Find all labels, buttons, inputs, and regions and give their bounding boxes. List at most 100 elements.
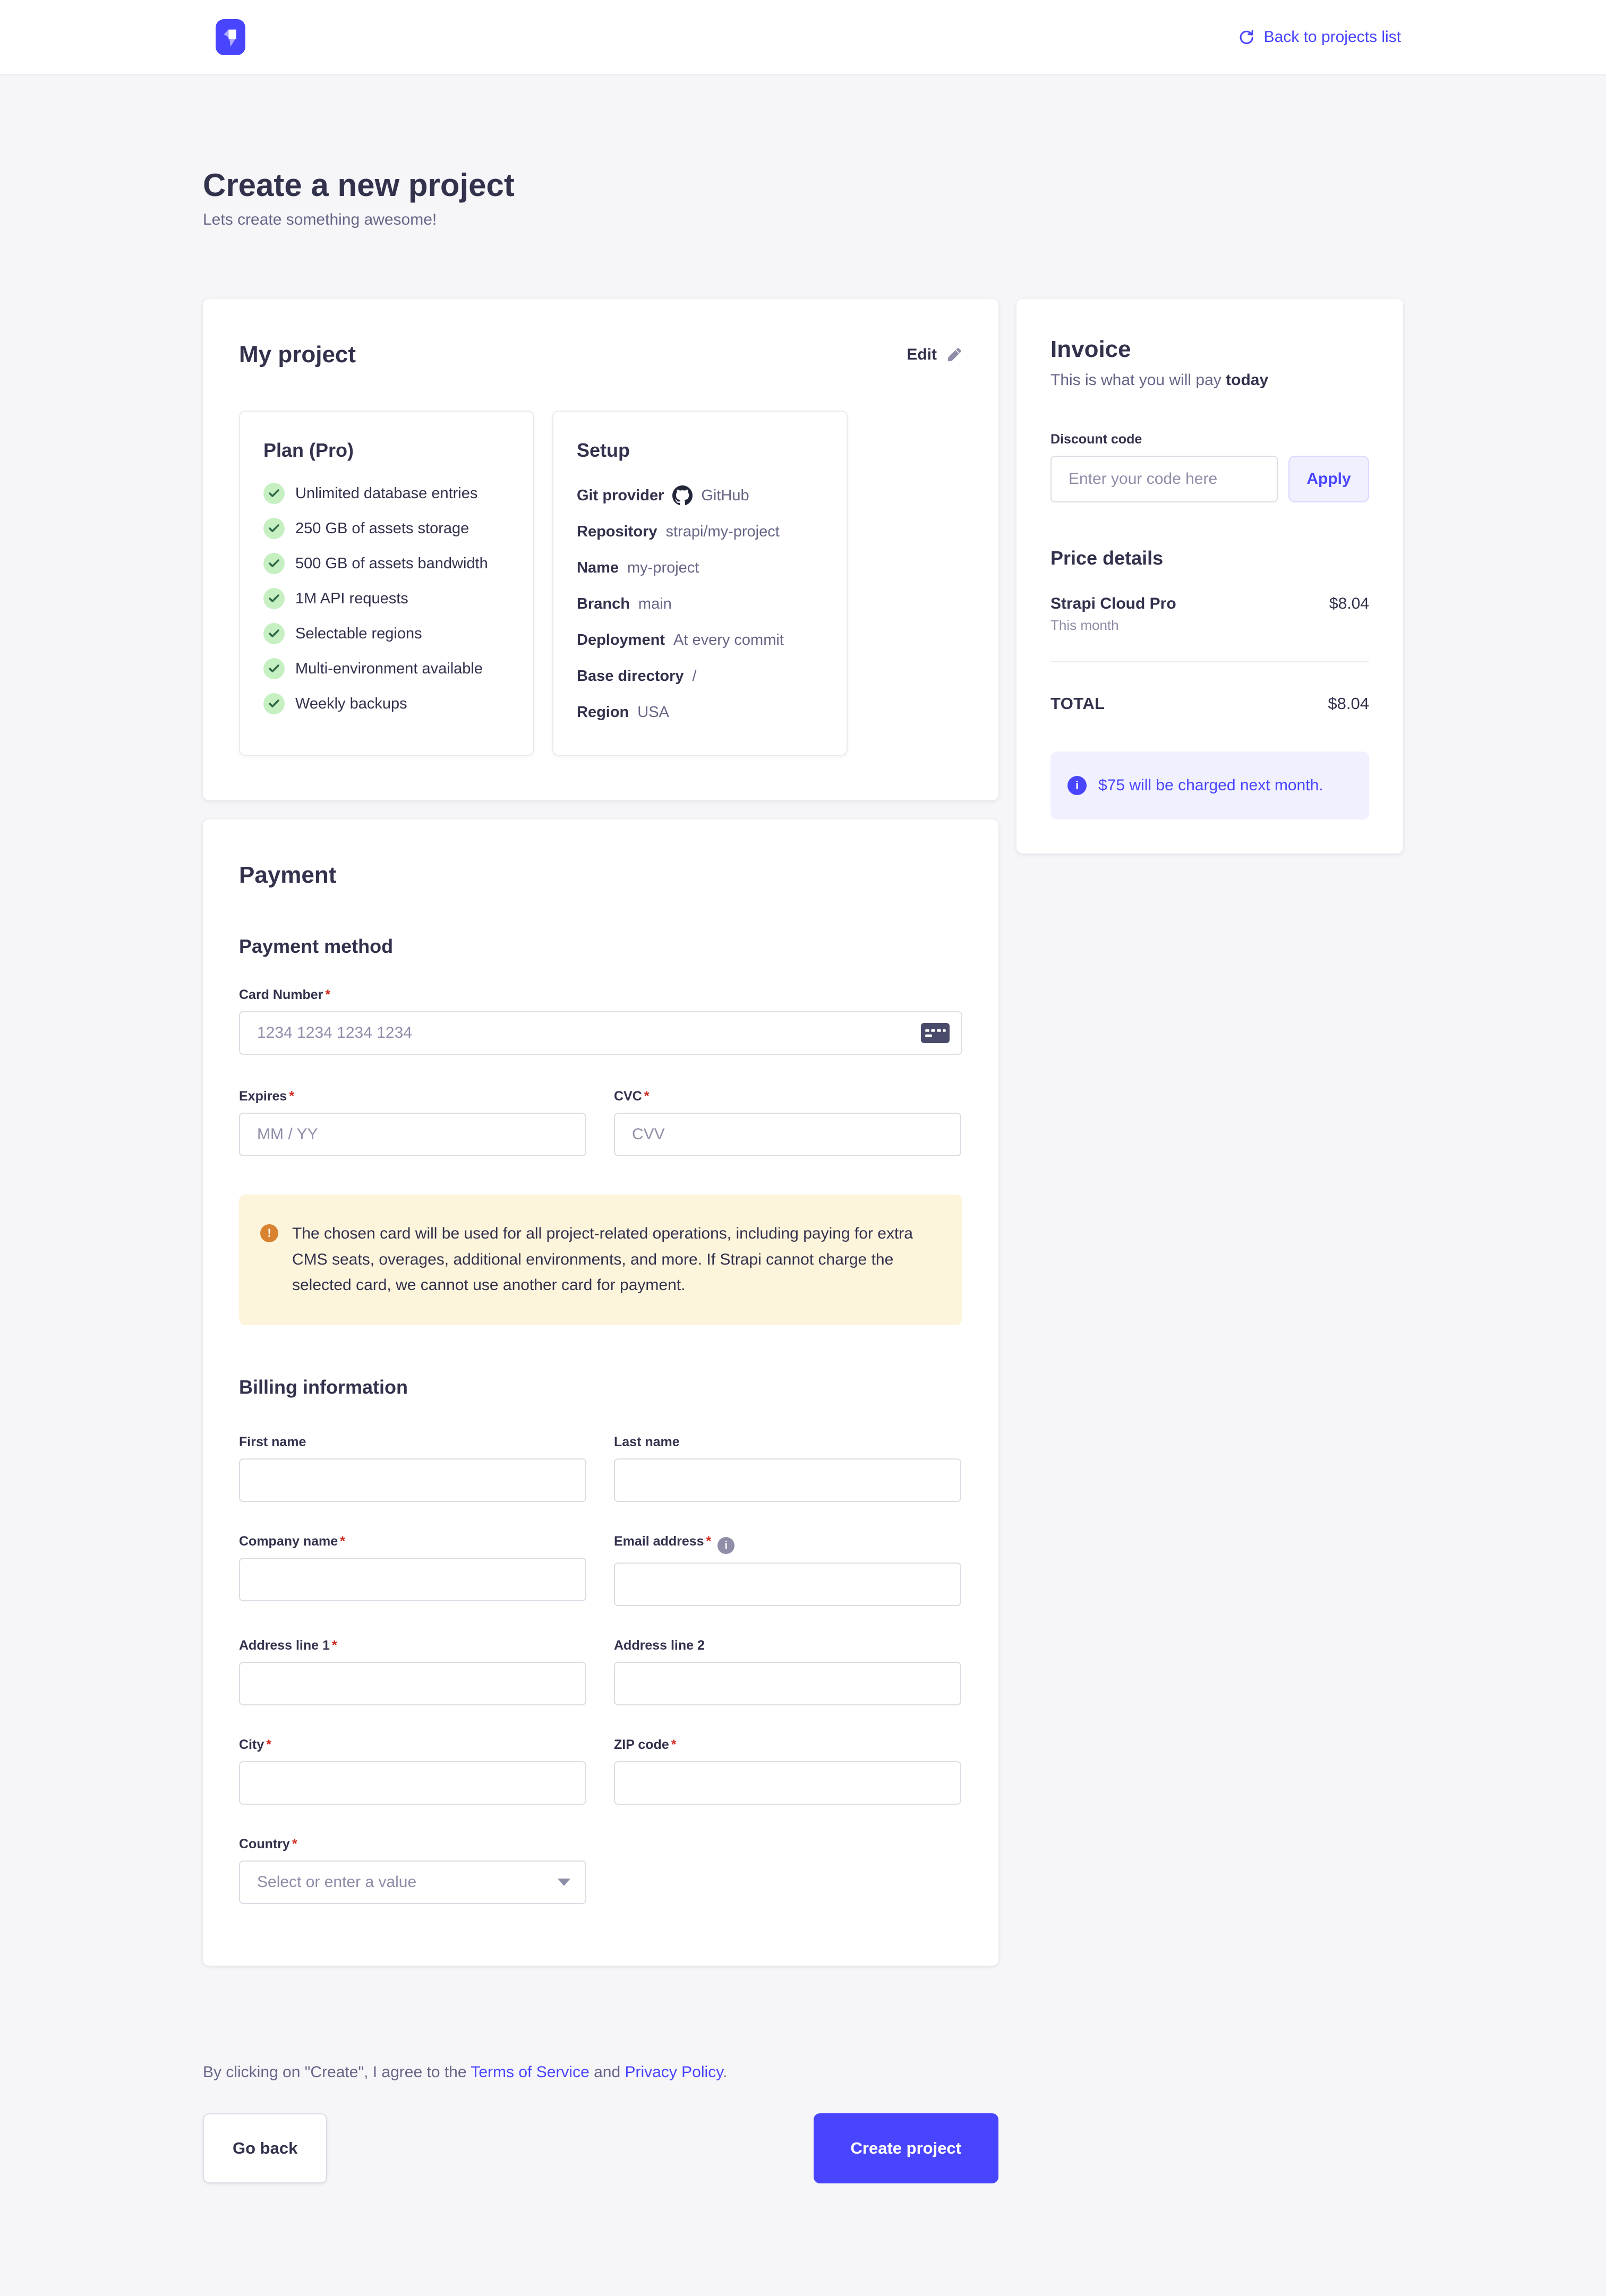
total-row: TOTAL $8.04 bbox=[1050, 694, 1369, 713]
page-subtitle: Lets create something awesome! bbox=[203, 211, 1403, 229]
invoice-divider bbox=[1050, 661, 1369, 662]
required-marker: * bbox=[706, 1534, 712, 1549]
plan-feature: Weekly backups bbox=[263, 693, 510, 714]
check-icon bbox=[263, 483, 285, 504]
address-line-1-input[interactable] bbox=[239, 1662, 586, 1705]
setup-row-branch: Branch main bbox=[577, 593, 823, 614]
page-title: Create a new project bbox=[203, 167, 1403, 203]
company-name-label: Company name* bbox=[239, 1534, 586, 1549]
total-amount: $8.04 bbox=[1328, 694, 1369, 713]
email-address-field: Email address* bbox=[614, 1534, 961, 1607]
check-icon bbox=[263, 693, 285, 714]
required-marker: * bbox=[644, 1089, 650, 1104]
next-month-notice: $75 will be charged next month. bbox=[1050, 752, 1369, 820]
invoice-subtitle: This is what you will pay today bbox=[1050, 371, 1369, 389]
chevron-down-icon bbox=[558, 1879, 570, 1886]
address-line-2-label: Address line 2 bbox=[614, 1638, 961, 1653]
address-line-2-field: Address line 2 bbox=[614, 1638, 961, 1705]
my-project-title: My project bbox=[239, 342, 356, 368]
required-marker: * bbox=[325, 987, 330, 1002]
go-back-button[interactable]: Go back bbox=[203, 2113, 327, 2183]
check-icon bbox=[263, 588, 285, 609]
required-marker: * bbox=[266, 1737, 271, 1752]
cvc-input[interactable] bbox=[614, 1113, 961, 1156]
address-line-1-label: Address line 1* bbox=[239, 1638, 586, 1653]
invoice-card: Invoice This is what you will pay today … bbox=[1016, 299, 1403, 853]
cvc-field: CVC* bbox=[614, 1089, 961, 1156]
terms-of-service-link[interactable]: Terms of Service bbox=[471, 2063, 589, 2081]
my-project-card: My project Edit Plan (Pro) Unlimited dat… bbox=[203, 299, 998, 800]
check-icon bbox=[263, 553, 285, 574]
expires-input[interactable] bbox=[239, 1113, 586, 1156]
check-icon bbox=[263, 623, 285, 644]
email-address-label: Email address* bbox=[614, 1534, 961, 1555]
invoice-title: Invoice bbox=[1050, 336, 1369, 363]
strapi-logo[interactable] bbox=[216, 19, 245, 55]
country-label: Country* bbox=[239, 1837, 586, 1852]
first-name-input[interactable] bbox=[239, 1458, 586, 1502]
check-icon bbox=[263, 658, 285, 679]
total-label: TOTAL bbox=[1050, 694, 1105, 713]
plan-feature: Unlimited database entries bbox=[263, 483, 510, 504]
plan-feature-list: Unlimited database entries 250 GB of ass… bbox=[263, 483, 510, 714]
edit-button[interactable]: Edit bbox=[907, 346, 962, 364]
setup-row-git-provider: Git provider GitHub bbox=[577, 485, 823, 506]
plan-feature: 250 GB of assets storage bbox=[263, 518, 510, 539]
last-name-input[interactable] bbox=[614, 1458, 961, 1502]
plan-card: Plan (Pro) Unlimited database entries 25… bbox=[239, 411, 534, 756]
card-number-label: Card Number* bbox=[239, 987, 962, 1003]
github-icon bbox=[672, 485, 693, 506]
company-name-input[interactable] bbox=[239, 1558, 586, 1601]
discount-section: Discount code Apply bbox=[1050, 432, 1369, 502]
zip-code-input[interactable] bbox=[614, 1761, 961, 1805]
cvc-label: CVC* bbox=[614, 1089, 961, 1104]
first-name-field: First name bbox=[239, 1435, 586, 1502]
discount-code-input[interactable] bbox=[1050, 456, 1278, 502]
last-name-label: Last name bbox=[614, 1435, 961, 1450]
info-icon bbox=[1067, 776, 1087, 795]
setup-row-name: Name my-project bbox=[577, 557, 823, 578]
zip-code-label: ZIP code* bbox=[614, 1737, 961, 1753]
address-line-2-input[interactable] bbox=[614, 1662, 961, 1705]
app-header: Back to projects list bbox=[0, 0, 1606, 75]
footer-actions: Go back Create project bbox=[203, 2113, 998, 2296]
payment-method-title: Payment method bbox=[239, 935, 962, 958]
price-line-item: Strapi Cloud Pro $8.04 bbox=[1050, 595, 1369, 613]
payment-title: Payment bbox=[239, 862, 962, 889]
edit-label: Edit bbox=[907, 346, 937, 364]
country-select[interactable]: Select or enter a value bbox=[239, 1860, 586, 1904]
setup-row-deployment: Deployment At every commit bbox=[577, 629, 823, 651]
card-number-input[interactable] bbox=[239, 1011, 962, 1055]
company-name-field: Company name* bbox=[239, 1534, 586, 1607]
create-project-button[interactable]: Create project bbox=[814, 2113, 998, 2183]
last-name-field: Last name bbox=[614, 1435, 961, 1502]
plan-feature: 1M API requests bbox=[263, 588, 510, 609]
price-details-title: Price details bbox=[1050, 547, 1369, 569]
country-select-placeholder: Select or enter a value bbox=[257, 1873, 416, 1891]
back-arrow-icon bbox=[1237, 28, 1255, 46]
back-link-label: Back to projects list bbox=[1264, 28, 1401, 46]
line-item-name: Strapi Cloud Pro bbox=[1050, 595, 1176, 613]
required-marker: * bbox=[332, 1638, 337, 1653]
city-field: City* bbox=[239, 1737, 586, 1805]
zip-code-field: ZIP code* bbox=[614, 1737, 961, 1805]
pencil-icon bbox=[946, 347, 962, 363]
email-address-input[interactable] bbox=[614, 1563, 961, 1606]
apply-discount-button[interactable]: Apply bbox=[1288, 456, 1369, 502]
setup-title: Setup bbox=[577, 439, 823, 462]
city-input[interactable] bbox=[239, 1761, 586, 1805]
setup-row-base-directory: Base directory / bbox=[577, 665, 823, 687]
warning-icon bbox=[260, 1224, 278, 1242]
address-line-1-field: Address line 1* bbox=[239, 1638, 586, 1705]
payment-card: Payment Payment method Card Number* bbox=[203, 820, 998, 1966]
privacy-policy-link[interactable]: Privacy Policy bbox=[625, 2063, 722, 2081]
discount-code-label: Discount code bbox=[1050, 432, 1369, 447]
first-name-label: First name bbox=[239, 1435, 586, 1450]
required-marker: * bbox=[292, 1837, 297, 1851]
back-to-projects-link[interactable]: Back to projects list bbox=[1237, 28, 1401, 46]
setup-card: Setup Git provider GitHub Repository str… bbox=[552, 411, 848, 756]
warning-text: The chosen card will be used for all pro… bbox=[292, 1221, 935, 1299]
page-root: Back to projects list Create a new proje… bbox=[0, 0, 1606, 2296]
line-item-period: This month bbox=[1050, 617, 1369, 634]
required-marker: * bbox=[671, 1737, 677, 1752]
